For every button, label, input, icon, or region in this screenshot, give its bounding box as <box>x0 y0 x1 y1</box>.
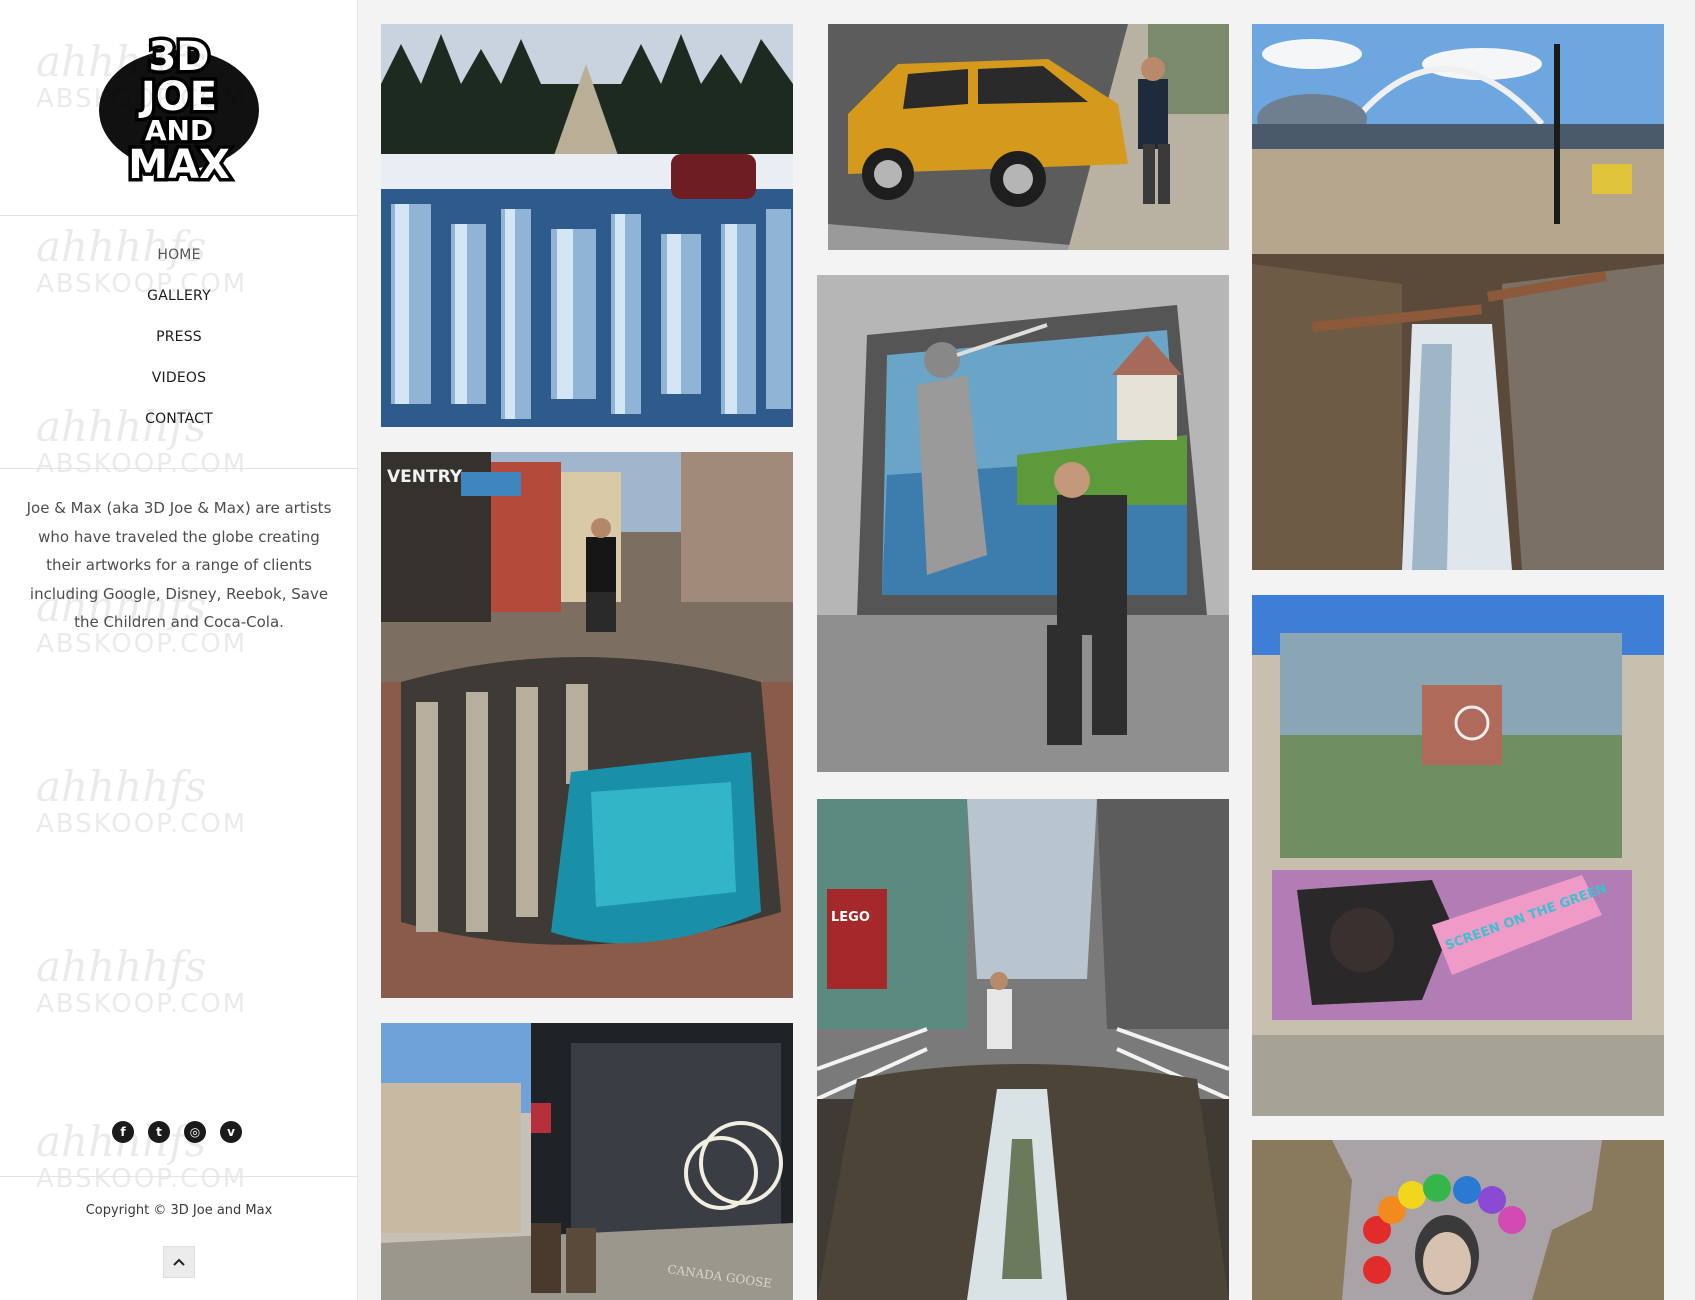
gallery-tile-ice-canyon[interactable] <box>381 24 793 427</box>
chevron-up-icon <box>173 1258 185 1266</box>
gallery-tile-bridge-waterfall[interactable] <box>1252 24 1664 570</box>
gallery-tile-rainbow-portrait[interactable] <box>1252 1140 1664 1300</box>
rainbow-portrait-artwork <box>1252 1140 1664 1300</box>
nav-item-gallery[interactable]: GALLERY <box>0 288 358 329</box>
social-links: f t ◎ v <box>112 1121 252 1143</box>
vimeo-icon[interactable]: v <box>220 1121 242 1143</box>
instagram-icon[interactable]: ◎ <box>184 1121 206 1143</box>
scroll-top-button[interactable] <box>163 1246 195 1278</box>
ice-canyon-artwork <box>381 24 793 427</box>
logo-line-4: MAX <box>128 142 230 186</box>
street-pool-artwork: VENTRY <box>381 452 793 998</box>
shopfront-artwork: CANADA GOOSE <box>381 1023 793 1300</box>
twitter-icon[interactable]: t <box>148 1121 170 1143</box>
divider <box>0 468 358 469</box>
nav-item-videos[interactable]: VIDEOS <box>0 370 358 411</box>
lego-sign-text: LEGO <box>831 910 870 925</box>
main-nav: HOME GALLERY PRESS VIDEOS CONTACT <box>0 247 358 452</box>
gallery-tile-yellow-suv[interactable] <box>828 24 1229 250</box>
gallery-tile-shopfront[interactable]: CANADA GOOSE <box>381 1023 793 1300</box>
site-logo[interactable]: 3D JOE AND MAX <box>96 30 262 192</box>
gallery-tile-kong-screen[interactable]: SCREEN ON THE GREEN <box>1252 595 1664 1116</box>
facebook-icon[interactable]: f <box>112 1121 134 1143</box>
gallery-tile-knight-wall[interactable] <box>817 275 1229 772</box>
nav-item-home[interactable]: HOME <box>0 247 358 288</box>
kong-screen-artwork: SCREEN ON THE GREEN <box>1252 595 1664 1116</box>
watermark: ahhhhfsABSKOOP.COM <box>36 942 248 1020</box>
copyright-text: Copyright © 3D Joe and Max <box>85 1203 273 1218</box>
crocodile-canyon-artwork: LEGO <box>817 799 1229 1300</box>
nav-item-press[interactable]: PRESS <box>0 329 358 370</box>
divider <box>0 1176 358 1177</box>
sidebar: 3D JOE AND MAX ahhhhfsABSKOOP.COM ahhhhf… <box>0 0 358 1300</box>
knight-wall-artwork <box>817 275 1229 772</box>
gallery-tile-crocodile-canyon[interactable]: LEGO <box>817 799 1229 1300</box>
watermark: ahhhhfsABSKOOP.COM <box>36 762 248 840</box>
logo-area: 3D JOE AND MAX <box>0 0 358 216</box>
about-text: Joe & Max (aka 3D Joe & Max) are artists… <box>26 499 332 631</box>
gallery-tile-street-pool[interactable]: VENTRY <box>381 452 793 998</box>
yellow-suv-artwork <box>828 24 1229 250</box>
shop-sign-text: VENTRY <box>387 467 463 487</box>
nav-item-contact[interactable]: CONTACT <box>0 411 358 452</box>
bridge-waterfall-artwork <box>1252 24 1664 570</box>
